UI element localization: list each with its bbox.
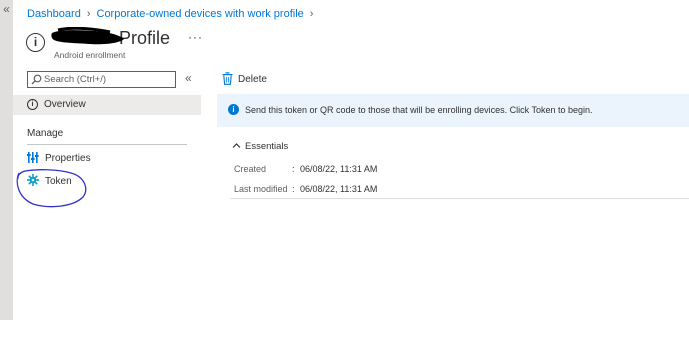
created-value: 06/08/22, 11:31 AM (300, 164, 378, 174)
info-banner-text: Send this token or QR code to those that… (245, 105, 593, 115)
search-input[interactable] (44, 72, 172, 86)
breadcrumb: Dashboard › Corporate-owned devices with w… (27, 8, 319, 20)
breadcrumb-separator: › (309, 8, 314, 20)
collapse-sidebar-icon[interactable]: « (185, 71, 192, 85)
essentials-label: Essentials (245, 141, 289, 152)
section-divider (27, 144, 187, 145)
separator-colon: : (292, 184, 295, 194)
sidebar-item-label: Properties (45, 153, 91, 164)
redaction-mark (51, 27, 124, 45)
delete-label: Delete (238, 74, 267, 85)
sidebar-item-label: Token (45, 176, 72, 187)
properties-icon (27, 152, 39, 163)
sidebar-item-overview[interactable]: i Overview (13, 95, 201, 115)
page-title-text: Profile (119, 28, 171, 48)
sidebar-item-token[interactable]: Token (27, 173, 187, 191)
more-options-button[interactable]: ··· (188, 30, 203, 44)
gear-icon (27, 174, 39, 186)
info-icon: i (228, 104, 239, 115)
sidebar-item-properties[interactable]: Properties (27, 150, 187, 168)
breadcrumb-separator: › (86, 8, 91, 20)
left-rail: « (0, 0, 13, 320)
last-modified-value: 06/08/22, 11:31 AM (300, 184, 378, 194)
info-banner: i Send this token or QR code to those th… (217, 94, 689, 127)
last-modified-key: Last modified (234, 184, 288, 194)
separator-colon: : (292, 164, 295, 174)
search-icon (31, 74, 42, 85)
trash-icon (222, 72, 233, 85)
search-box[interactable] (27, 71, 176, 88)
sidebar-item-label: Overview (44, 99, 86, 110)
chevron-up-icon (232, 143, 241, 148)
page-subtitle: Android enrollment (54, 50, 126, 60)
rail-collapse-icon[interactable]: « (0, 3, 13, 15)
info-icon: i (26, 33, 45, 52)
created-key: Created (234, 164, 267, 174)
section-heading-manage: Manage (27, 128, 64, 139)
essentials-divider (230, 198, 689, 199)
breadcrumb-dashboard[interactable]: Dashboard (27, 8, 81, 20)
breadcrumb-corporate-devices[interactable]: Corporate-owned devices with work profil… (97, 8, 304, 20)
info-circle-icon: i (27, 99, 38, 110)
